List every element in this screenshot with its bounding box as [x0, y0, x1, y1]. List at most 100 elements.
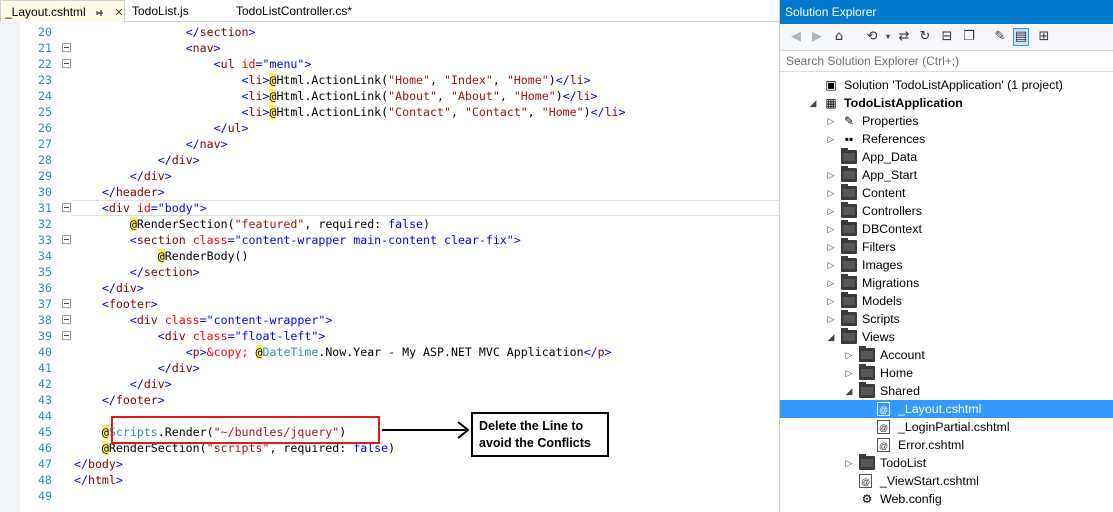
expand-arrow-icon[interactable]: ▷: [826, 220, 836, 238]
tree-item-views[interactable]: ◢ Views: [780, 328, 1113, 346]
properties-icon[interactable]: ✎: [992, 29, 1008, 45]
tree-item-viewstart-cshtml[interactable]: _ViewStart.cshtml: [780, 472, 1113, 491]
code-line-25[interactable]: 25 <li>@Html.ActionLink("Contact", "Cont…: [0, 104, 779, 120]
expand-arrow-icon[interactable]: ▷: [826, 202, 836, 220]
tab-todolistcontroller-cs[interactable]: TodoListController.cs*: [232, 0, 352, 22]
expand-arrow-icon[interactable]: ▷: [826, 292, 836, 310]
tree-item-solution-todolistapplication-1-project[interactable]: ▣ Solution 'TodoListApplication' (1 proje…: [780, 76, 1113, 94]
expand-arrow-icon[interactable]: ▷: [844, 454, 854, 472]
close-icon[interactable]: ✕: [114, 2, 123, 24]
expand-arrow-icon[interactable]: ▷: [826, 130, 836, 148]
collapse-arrow-icon[interactable]: ◢: [808, 94, 818, 112]
tree-item-home[interactable]: ▷ Home: [780, 364, 1113, 382]
tree-item-scripts[interactable]: ▷ Scripts: [780, 310, 1113, 328]
code-line-49[interactable]: 49: [0, 488, 779, 504]
code-line-32[interactable]: 32 @RenderSection("featured", required: …: [0, 216, 779, 232]
folder-icon: [841, 184, 857, 200]
show-all-files-icon[interactable]: ▤: [1013, 28, 1029, 46]
history-icon[interactable]: ⟲: [864, 29, 880, 45]
tree-item-label: Web.config: [880, 492, 942, 506]
expand-arrow-icon[interactable]: ▷: [826, 256, 836, 274]
code-line-43[interactable]: 43 </footer>: [0, 392, 779, 408]
sync-icon[interactable]: ⇄: [896, 29, 912, 45]
code-line-26[interactable]: 26 </ul>: [0, 120, 779, 136]
collapse-all-icon[interactable]: ⊟: [939, 29, 955, 45]
tree-item-images[interactable]: ▷ Images: [780, 256, 1113, 274]
expand-arrow-icon[interactable]: ▷: [826, 238, 836, 256]
code-line-24[interactable]: 24 <li>@Html.ActionLink("About", "About"…: [0, 88, 779, 104]
tree-item-models[interactable]: ▷ Models: [780, 292, 1113, 310]
code-line-23[interactable]: 23 <li>@Html.ActionLink("Home", "Index",…: [0, 72, 779, 88]
expand-arrow-icon[interactable]: ▷: [844, 346, 854, 364]
expand-arrow-icon[interactable]: ▷: [826, 166, 836, 184]
code-line-34[interactable]: 34 @RenderBody(): [0, 248, 779, 264]
tree-item-content[interactable]: ▷ Content: [780, 184, 1113, 202]
tree-item-account[interactable]: ▷ Account: [780, 346, 1113, 364]
home-icon[interactable]: ⌂: [831, 29, 847, 45]
collapse-arrow-icon[interactable]: ◢: [826, 328, 836, 346]
code-line-47[interactable]: 47 </body>: [0, 456, 779, 472]
tab-layout-cshtml[interactable]: _Layout.cshtml ✕: [0, 0, 125, 22]
collapse-region-icon[interactable]: [62, 235, 71, 244]
collapse-region-icon[interactable]: [62, 299, 71, 308]
tree-item-loginpartial-cshtml[interactable]: _LoginPartial.cshtml: [780, 418, 1113, 437]
code-line-27[interactable]: 27 </nav>: [0, 136, 779, 152]
code-line-21[interactable]: 21 <nav>: [0, 40, 779, 56]
expand-arrow-icon[interactable]: ▷: [826, 184, 836, 202]
code-line-36[interactable]: 36 </div>: [0, 280, 779, 296]
collapse-arrow-icon[interactable]: ◢: [844, 382, 854, 400]
code-line-35[interactable]: 35 </section>: [0, 264, 779, 280]
tree-item-filters[interactable]: ▷ Filters: [780, 238, 1113, 256]
code-line-33[interactable]: 33 <section class="content-wrapper main-…: [0, 232, 779, 248]
collapse-region-icon[interactable]: [62, 59, 71, 68]
code-line-28[interactable]: 28 </div>: [0, 152, 779, 168]
expand-arrow-icon[interactable]: ▷: [844, 364, 854, 382]
panel-title[interactable]: Solution Explorer: [780, 0, 1113, 24]
tree-item-error-cshtml[interactable]: Error.cshtml: [780, 436, 1113, 455]
tree-item-dbcontext[interactable]: ▷ DBContext: [780, 220, 1113, 238]
line-number: 48: [38, 473, 52, 487]
code-line-22[interactable]: 22 <ul id="menu">: [0, 56, 779, 72]
expand-arrow-icon[interactable]: ▷: [826, 112, 836, 130]
code-line-30[interactable]: 30 </header>: [0, 184, 779, 200]
code-line-39[interactable]: 39 <div class="float-left">: [0, 328, 779, 344]
tree-item-web-config[interactable]: ⚙ Web.config: [780, 490, 1113, 508]
code-line-20[interactable]: 20 </section>: [0, 24, 779, 40]
tree-item-layout-cshtml[interactable]: _Layout.cshtml: [780, 400, 1113, 419]
copy-icon[interactable]: ❐: [961, 29, 977, 45]
code-editor[interactable]: _Layout.cshtml ✕ TodoList.js TodoListCon…: [0, 0, 779, 512]
expand-arrow-icon[interactable]: ▷: [826, 310, 836, 328]
back-icon[interactable]: ◀: [788, 29, 804, 45]
refresh-icon[interactable]: ↻: [917, 29, 933, 45]
collapse-region-icon[interactable]: [62, 331, 71, 340]
pin-icon[interactable]: [95, 8, 105, 18]
tree-item-app-start[interactable]: ▷ App_Start: [780, 166, 1113, 184]
code-line-29[interactable]: 29 </div>: [0, 168, 779, 184]
search-input[interactable]: Search Solution Explorer (Ctrl+;): [780, 50, 1113, 72]
code-line-40[interactable]: 40 <p>&copy; @DateTime.Now.Year - My ASP…: [0, 344, 779, 360]
tree-item-todolistapplication[interactable]: ◢ ▦ TodoListApplication: [780, 94, 1113, 112]
tree-item-migrations[interactable]: ▷ Migrations: [780, 274, 1113, 292]
view-class-diagram-icon[interactable]: ⊞: [1036, 29, 1052, 45]
tree-item-shared[interactable]: ◢ Shared: [780, 382, 1113, 400]
code-line-48[interactable]: 48 </html>: [0, 472, 779, 488]
collapse-region-icon[interactable]: [62, 203, 71, 212]
code-line-41[interactable]: 41 </div>: [0, 360, 779, 376]
collapse-region-icon[interactable]: [62, 43, 71, 52]
code-line-38[interactable]: 38 <div class="content-wrapper">: [0, 312, 779, 328]
folder-icon: [841, 328, 857, 344]
dropdown-icon[interactable]: ▾: [880, 29, 896, 45]
tab-todolist-js[interactable]: TodoList.js: [128, 0, 189, 22]
tree-item-properties[interactable]: ▷ ✎ Properties: [780, 112, 1113, 130]
code-line-31[interactable]: 31 <div id="body">: [0, 200, 779, 216]
code-line-42[interactable]: 42 </div>: [0, 376, 779, 392]
tree-item-app-data[interactable]: App_Data: [780, 148, 1113, 166]
forward-icon[interactable]: ▶: [809, 29, 825, 45]
code-line-37[interactable]: 37 <footer>: [0, 296, 779, 312]
collapse-region-icon[interactable]: [62, 315, 71, 324]
tree-item-todolist[interactable]: ▷ TodoList: [780, 454, 1113, 472]
expand-arrow-icon[interactable]: ▷: [826, 274, 836, 292]
tree-item-controllers[interactable]: ▷ Controllers: [780, 202, 1113, 220]
tree-item-references[interactable]: ▷ ▪▪ References: [780, 130, 1113, 148]
code-text: </body>: [74, 457, 123, 471]
